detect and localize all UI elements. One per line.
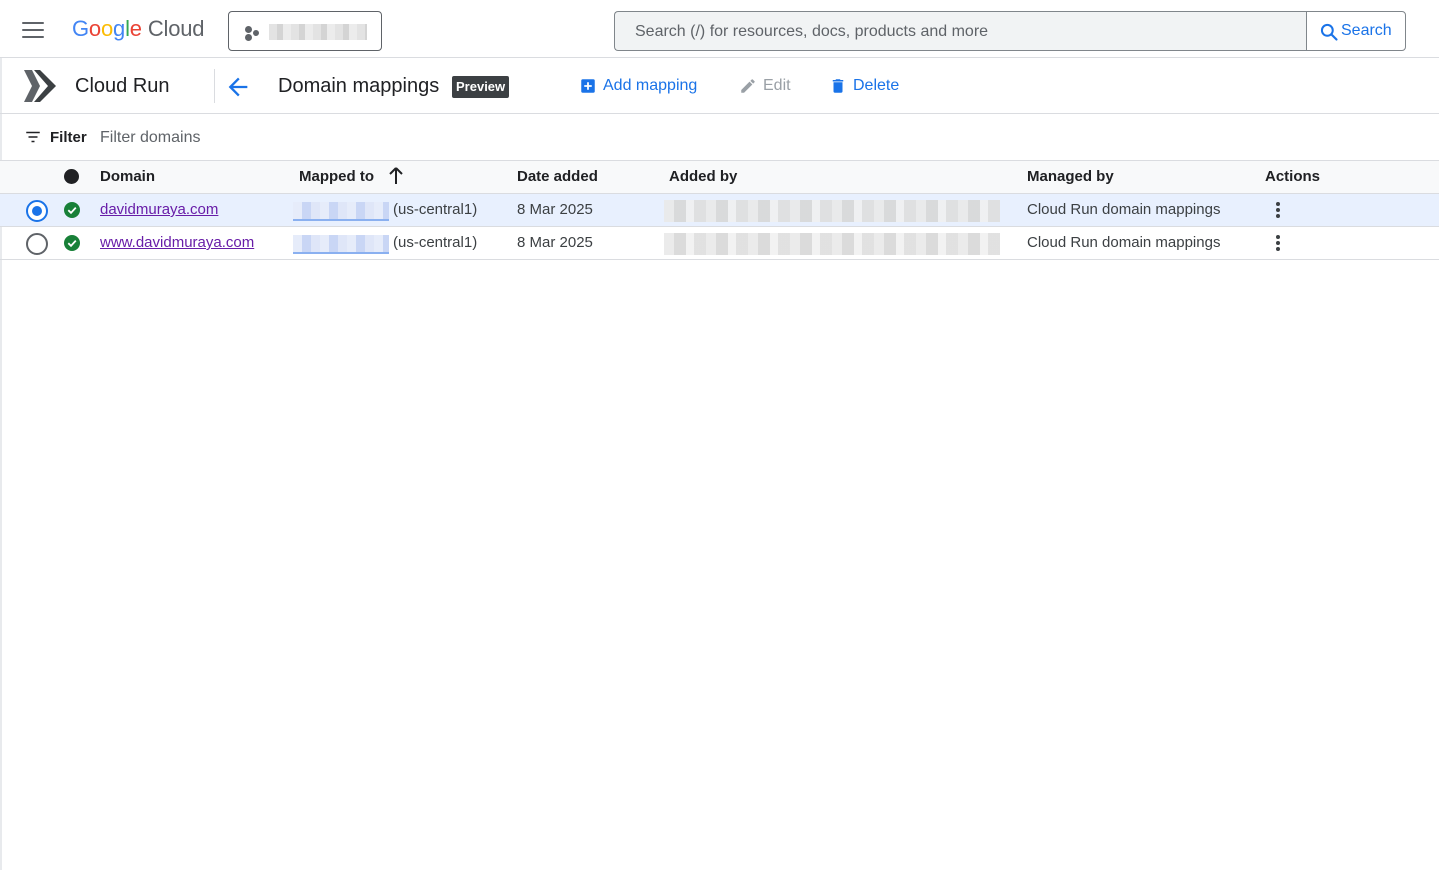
domain-link[interactable]: davidmuraya.com [100,201,218,218]
table-header: Domain Mapped to Date added Added by Man… [0,161,1439,194]
sort-ascending-icon[interactable] [388,166,404,186]
edit-label: Edit [763,77,791,94]
domain-link[interactable]: www.davidmuraya.com [100,234,254,251]
row-select-radio[interactable] [26,233,48,255]
column-header-actions: Actions [1265,168,1321,185]
check-circle-icon [64,235,80,251]
column-header-date-added[interactable]: Date added [517,168,598,185]
add-mapping-label: Add mapping [603,77,698,94]
column-header-domain[interactable]: Domain [100,168,155,185]
main-menu-icon[interactable] [22,22,46,40]
search-button[interactable]: Search [1306,11,1406,51]
table-row[interactable]: www.davidmuraya.com (us-central1) 8 Mar … [0,227,1439,260]
delete-label: Delete [853,77,900,94]
table-row[interactable]: davidmuraya.com (us-central1) 8 Mar 2025… [0,194,1439,227]
date-added: 8 Mar 2025 [517,201,593,218]
top-bar: Google Cloud Search [0,0,1439,58]
mapped-region: (us-central1) [393,201,478,218]
managed-by: Cloud Run domain mappings [1027,201,1221,218]
google-cloud-logo[interactable]: Google Cloud [72,16,204,42]
cloud-run-logo-icon [24,70,56,102]
filter-button[interactable]: Filter [24,128,87,146]
back-arrow-icon[interactable] [224,73,252,101]
search-icon [1320,23,1338,41]
added-by-redacted [664,233,1000,255]
row-select-radio[interactable] [26,200,48,222]
managed-by: Cloud Run domain mappings [1027,234,1221,251]
project-icon [245,26,261,41]
delete-button[interactable]: Delete [829,75,899,97]
mapped-service-link-redacted[interactable] [293,202,389,221]
add-box-icon [581,79,595,93]
column-header-managed-by[interactable]: Managed by [1027,168,1114,185]
filter-list-icon [26,131,40,143]
project-picker-button[interactable] [228,11,382,51]
search-input[interactable] [635,22,1295,42]
product-name: Cloud Run [75,75,170,97]
check-circle-icon [64,202,80,218]
edit-button[interactable]: Edit [739,75,791,97]
added-by-redacted [664,200,1000,222]
page-title: Domain mappings [278,75,440,97]
page-header: Cloud Run Domain mappings Preview Add ma… [0,59,1439,114]
column-header-mapped-to[interactable]: Mapped to [299,168,374,185]
preview-badge: Preview [452,76,510,98]
column-header-added-by[interactable]: Added by [669,168,737,185]
header-divider [214,69,215,103]
filter-bar: Filter [0,115,1439,161]
mapped-region: (us-central1) [393,234,478,251]
pencil-icon [741,79,755,93]
more-vert-icon[interactable] [1268,233,1288,255]
search-button-label: Search [1341,22,1392,39]
add-mapping-button[interactable]: Add mapping [579,75,697,97]
more-vert-icon[interactable] [1268,200,1288,222]
mapped-service-link-redacted[interactable] [293,235,389,254]
trash-icon [832,79,844,93]
project-name-redacted [269,24,367,40]
filter-label: Filter [50,128,87,146]
status-column-icon [64,169,79,184]
date-added: 8 Mar 2025 [517,234,593,251]
filter-domains-input[interactable] [100,128,500,148]
search-bar[interactable] [614,11,1307,51]
